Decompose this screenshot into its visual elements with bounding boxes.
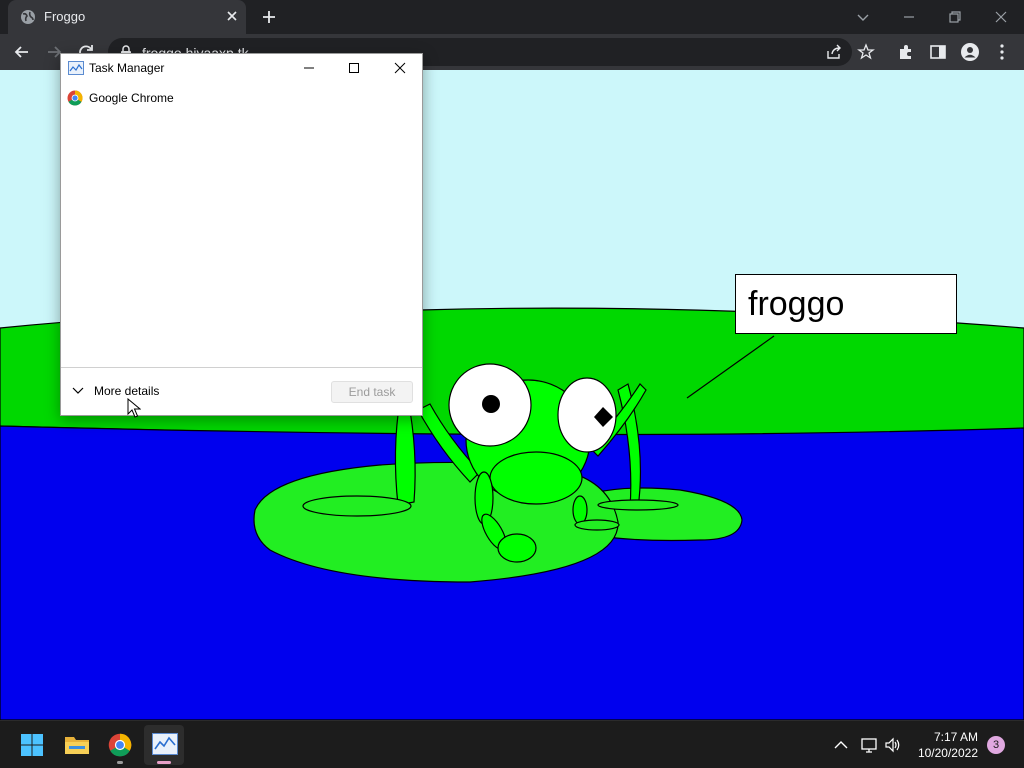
taskbar-chrome[interactable] (100, 725, 140, 765)
new-tab-plus-icon[interactable] (260, 8, 278, 26)
task-manager-title: Task Manager (89, 61, 165, 75)
task-manager-titlebar[interactable]: Task Manager (61, 54, 422, 82)
share-icon[interactable] (824, 42, 844, 62)
restore-icon[interactable] (944, 6, 966, 28)
frog-foot-back-right (597, 499, 679, 511)
taskbar-file-explorer[interactable] (56, 725, 96, 765)
browser-tab[interactable]: Froggo (8, 0, 246, 34)
running-indicator (117, 761, 123, 764)
side-panel-icon[interactable] (928, 42, 948, 62)
chrome-icon (67, 90, 83, 106)
frog-pupil-left (482, 395, 500, 413)
chevron-down-icon[interactable] (71, 385, 85, 397)
network-icon[interactable] (860, 736, 878, 754)
frog-front-foot-left (497, 533, 537, 563)
chrome-icon (108, 733, 132, 757)
minimize-icon[interactable] (898, 6, 920, 28)
taskbar: 7:17 AM 10/20/2022 3 (0, 720, 1024, 768)
active-indicator (157, 761, 171, 764)
frog-front-foot-right (574, 519, 620, 531)
close-window-icon[interactable] (990, 6, 1012, 28)
end-task-button[interactable]: End task (331, 381, 413, 403)
process-name: Google Chrome (89, 91, 174, 105)
process-list: Google Chrome (61, 86, 422, 366)
speech-text: froggo (748, 285, 845, 323)
browser-titlebar: Froggo (0, 0, 1024, 34)
maximize-icon[interactable] (344, 58, 364, 78)
file-explorer-icon (65, 737, 89, 754)
process-row-google-chrome[interactable]: Google Chrome (61, 86, 422, 110)
mouse-cursor-icon (127, 398, 141, 418)
speech-bubble: froggo (735, 274, 957, 334)
profile-avatar-icon[interactable] (960, 42, 980, 62)
frog-belly (489, 451, 583, 505)
start-button[interactable] (12, 725, 52, 765)
task-manager-window: Task Manager Google Chrome More details (60, 53, 423, 416)
bookmark-star-icon[interactable] (856, 42, 876, 62)
back-arrow-icon[interactable] (12, 42, 32, 62)
clock-time[interactable]: 7:17 AM (916, 730, 978, 744)
globe-icon (21, 10, 35, 24)
extensions-puzzle-icon[interactable] (896, 42, 916, 62)
taskbar-task-manager[interactable] (144, 725, 184, 765)
frog-foot-back-left (302, 495, 412, 517)
menu-kebab-icon[interactable] (992, 42, 1012, 62)
more-details-link[interactable]: More details (94, 384, 159, 398)
clock-date[interactable]: 10/20/2022 (906, 746, 978, 760)
task-manager-icon (68, 61, 84, 75)
tab-title: Froggo (44, 9, 86, 24)
chevron-up-icon[interactable] (832, 736, 850, 754)
volume-icon[interactable] (884, 736, 902, 754)
tab-search-chevron-icon[interactable] (852, 6, 874, 28)
task-manager-icon (152, 733, 178, 755)
close-icon[interactable] (224, 8, 240, 24)
notification-badge[interactable]: 3 (987, 736, 1005, 754)
close-icon[interactable] (390, 58, 410, 78)
start-icon (21, 734, 43, 756)
minimize-icon[interactable] (299, 58, 319, 78)
task-manager-footer: More details End task (61, 367, 422, 415)
frog-front-leg-right (572, 495, 588, 525)
